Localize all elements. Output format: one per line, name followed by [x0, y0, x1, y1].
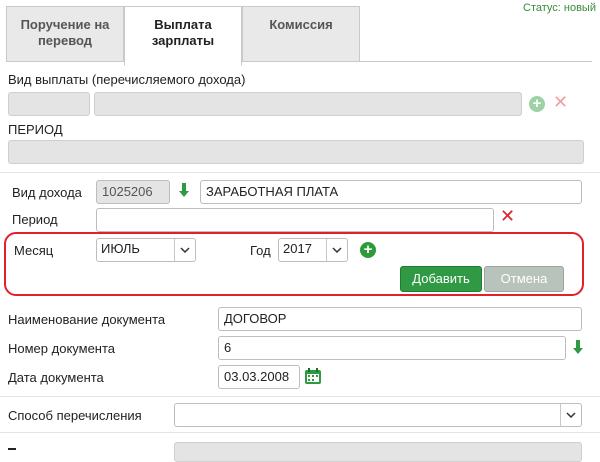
status-text: Статус: новый [523, 2, 596, 14]
arrow-down-icon[interactable] [572, 339, 584, 358]
section-divider [0, 396, 600, 397]
year-select[interactable]: 2017 [278, 238, 348, 262]
tab-salary-payout[interactable]: Выплата зарплаты [124, 6, 242, 66]
transfer-method-label: Способ перечисления [8, 408, 142, 423]
year-value: 2017 [283, 241, 312, 256]
document-number-field[interactable]: 6 [218, 336, 566, 360]
month-value: ИЮЛЬ [101, 241, 140, 256]
transfer-method-select[interactable] [174, 403, 582, 427]
document-date-field[interactable]: 03.03.2008 [218, 365, 300, 389]
chevron-down-icon [560, 404, 581, 426]
month-select[interactable]: ИЮЛЬ [96, 238, 196, 262]
document-name-field[interactable]: ДОГОВОР [218, 307, 582, 331]
add-payout-icon[interactable]: + [529, 96, 545, 112]
document-name-label: Наименование документа [8, 312, 166, 327]
document-date-label: Дата документа [8, 370, 104, 385]
tab-commission[interactable]: Комиссия [242, 6, 360, 62]
cut-off-field [174, 442, 582, 462]
payout-type-name-field[interactable] [94, 92, 522, 116]
period-input[interactable] [96, 208, 494, 232]
document-number-label: Номер документа [8, 341, 116, 356]
chevron-down-icon [326, 239, 347, 261]
payout-type-code-field[interactable] [8, 92, 90, 116]
remove-payout-icon[interactable]: ✕ [553, 92, 568, 113]
tab-label: Выплата [154, 17, 212, 32]
clear-period-icon[interactable]: ✕ [500, 206, 515, 227]
income-code-field: 1025206 [96, 180, 170, 204]
cut-off-label [8, 448, 16, 450]
arrow-down-icon[interactable] [178, 182, 190, 201]
income-name-field[interactable]: ЗАРАБОТНАЯ ПЛАТА [200, 180, 582, 204]
month-label: Месяц [14, 243, 54, 258]
tab-label: Поручение на [20, 17, 110, 32]
tab-label: зарплаты [151, 33, 215, 48]
cancel-button[interactable]: Отмена [484, 266, 564, 292]
payout-type-label: Вид выплаты (перечисляемого дохода) [8, 72, 246, 87]
period-label: Период [12, 212, 58, 227]
calendar-icon[interactable] [304, 367, 322, 388]
year-label: Год [250, 243, 271, 258]
chevron-down-icon [174, 239, 195, 261]
add-period-icon[interactable]: + [360, 242, 376, 258]
period-readonly-field [8, 140, 584, 164]
income-type-label: Вид дохода [12, 185, 82, 200]
tab-divider [6, 61, 592, 62]
period-header-label: ПЕРИОД [8, 122, 63, 137]
tab-transfer-order[interactable]: Поручение на перевод [6, 6, 124, 62]
add-button[interactable]: Добавить [400, 266, 482, 292]
section-divider [0, 172, 600, 173]
section-divider [0, 432, 600, 433]
tab-label: перевод [37, 33, 93, 48]
tab-label: Комиссия [269, 17, 333, 32]
